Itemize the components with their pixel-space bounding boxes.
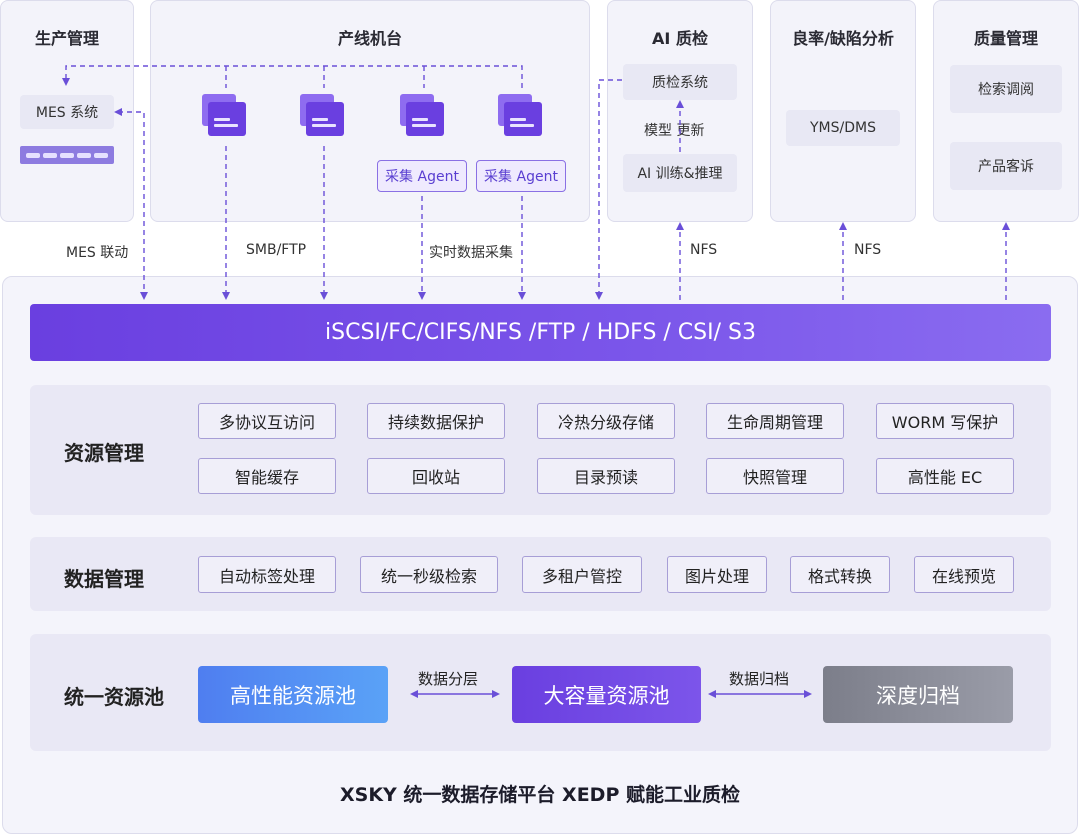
pool-title: 统一资源池 (64, 685, 164, 709)
quality-title: 质量管理 (973, 29, 1038, 48)
data-mgmt-title: 数据管理 (64, 567, 144, 591)
nfs-label-ai: NFS (688, 242, 720, 258)
feature-format: 格式转换 (790, 556, 890, 593)
product-complaint[interactable]: 产品客诉 (950, 142, 1062, 190)
mes-link-label: MES 联动 (64, 242, 131, 262)
feature-auto-tag: 自动标签处理 (198, 556, 336, 593)
production-title: 生产管理 (34, 29, 99, 48)
feature-multiprotocol: 多协议互访问 (198, 403, 336, 439)
platform-title: XSKY 统一数据存储平台 XEDP 赋能工业质检 (340, 784, 740, 806)
protocol-bar: iSCSI/FC/CIFS/NFS /FTP / HDFS / CSI/ S3 (30, 304, 1051, 361)
ai-title: AI 质检 (652, 29, 708, 48)
line-title: 产线机台 (337, 29, 402, 48)
collect-agent-2[interactable]: 采集 Agent (476, 160, 566, 192)
resource-title: 资源管理 (64, 441, 144, 465)
yield-title: 良率/缺陷分析 (792, 29, 894, 48)
inspection-system[interactable]: 质检系统 (623, 64, 737, 100)
machine-icon (202, 94, 246, 136)
feature-preview: 在线预览 (914, 556, 1014, 593)
tiering-label: 数据分层 (418, 670, 479, 688)
feature-worm: WORM 写保护 (876, 403, 1014, 439)
realtime-collect-label: 实时数据采集 (427, 242, 515, 262)
archiving-label: 数据归档 (729, 670, 790, 688)
feature-recycle: 回收站 (367, 458, 505, 494)
collect-agent-1[interactable]: 采集 Agent (377, 160, 467, 192)
feature-multitenant: 多租户管控 (522, 556, 642, 593)
nfs-label-yield: NFS (852, 242, 884, 258)
yms-dms[interactable]: YMS/DMS (786, 110, 900, 146)
feature-image: 图片处理 (667, 556, 767, 593)
machine-icon (498, 94, 542, 136)
search-review[interactable]: 检索调阅 (950, 65, 1062, 113)
feature-cdp: 持续数据保护 (367, 403, 505, 439)
large-capacity-pool: 大容量资源池 (512, 666, 701, 723)
deep-archive-pool: 深度归档 (823, 666, 1013, 723)
feature-snapshot: 快照管理 (706, 458, 844, 494)
feature-tiering: 冷热分级存储 (537, 403, 675, 439)
feature-cache: 智能缓存 (198, 458, 336, 494)
ai-training[interactable]: AI 训练&推理 (623, 154, 737, 192)
mes-system[interactable]: MES 系统 (20, 95, 114, 129)
feature-ec: 高性能 EC (876, 458, 1014, 494)
machine-icon (300, 94, 344, 136)
feature-prefetch: 目录预读 (537, 458, 675, 494)
machine-icon (400, 94, 444, 136)
high-perf-pool: 高性能资源池 (198, 666, 388, 723)
feature-lifecycle: 生命周期管理 (706, 403, 844, 439)
feature-search: 统一秒级检索 (360, 556, 498, 593)
smb-ftp-label: SMB/FTP (244, 242, 309, 258)
server-rack-icon (20, 146, 114, 164)
model-update-label: 模型 更新 (642, 120, 707, 140)
